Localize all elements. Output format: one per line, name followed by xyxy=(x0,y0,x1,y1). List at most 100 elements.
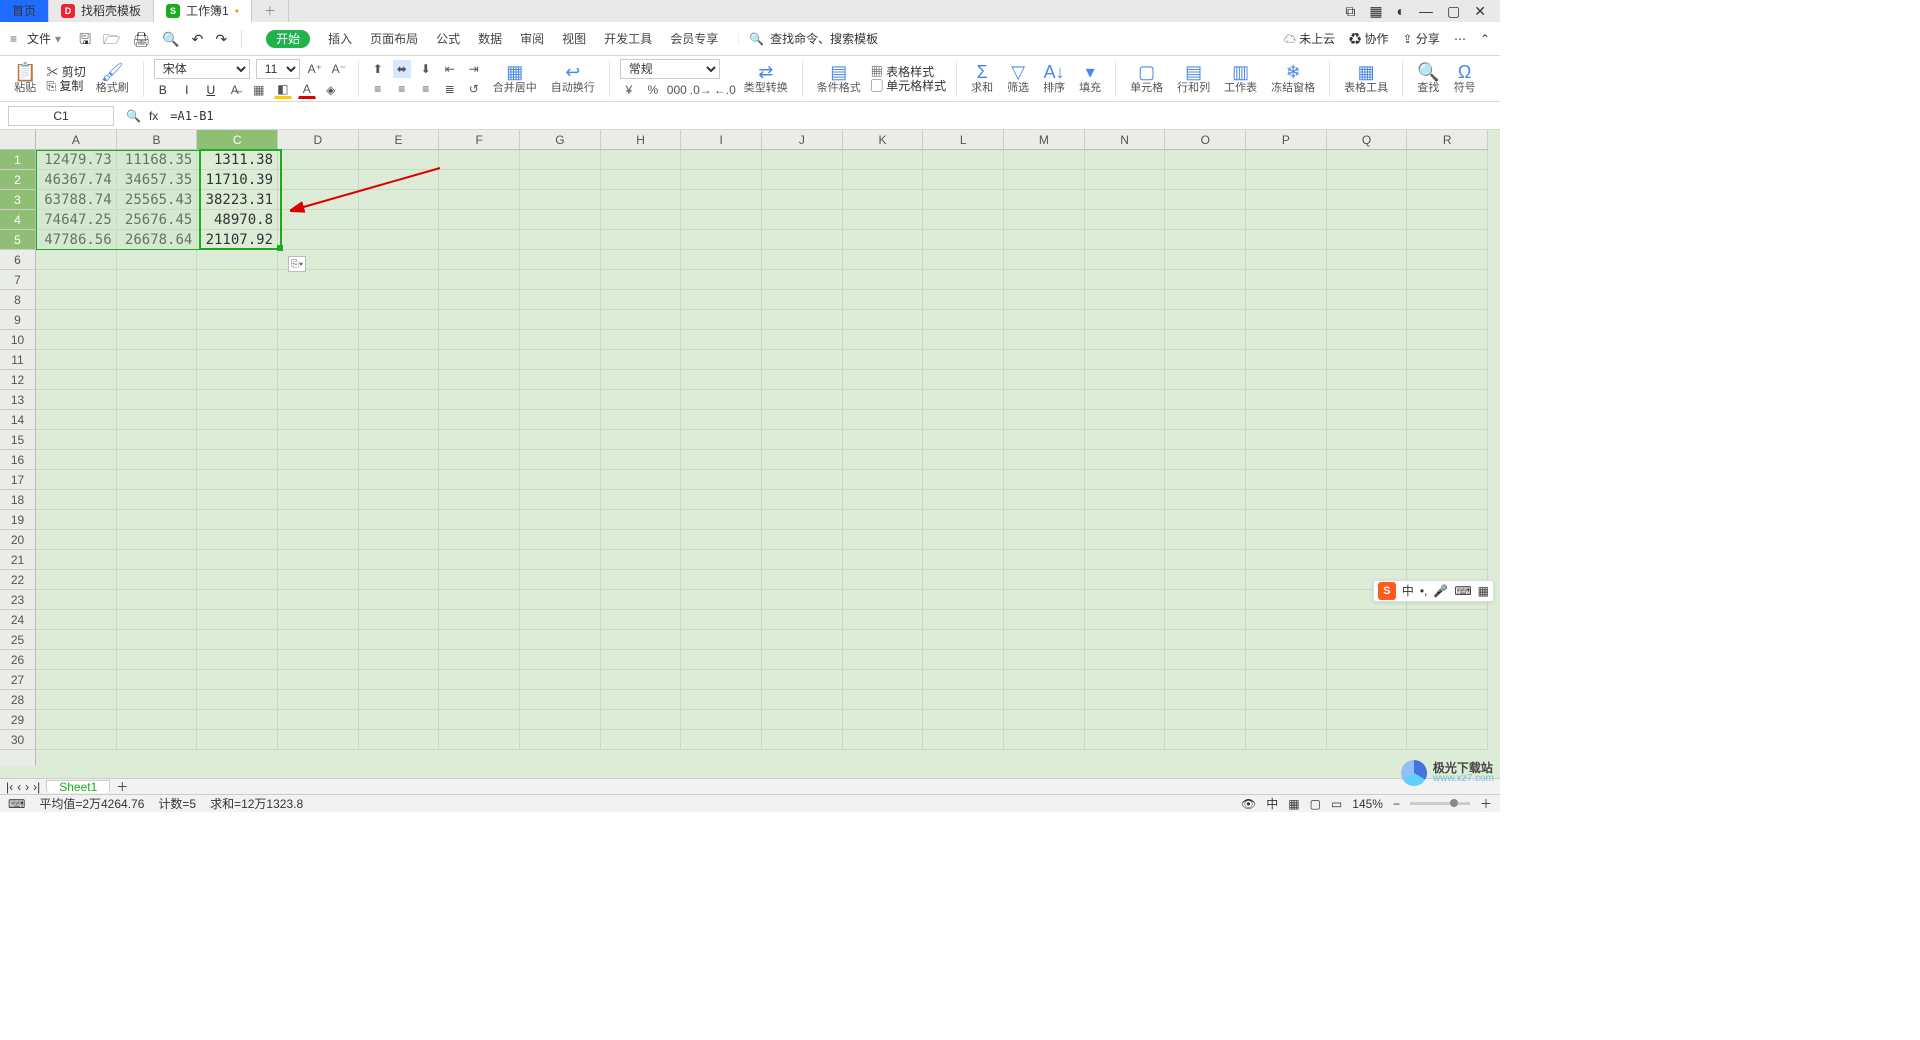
align-top[interactable]: ⬆ xyxy=(369,60,387,78)
cell[interactable] xyxy=(359,590,440,610)
cell[interactable] xyxy=(439,170,520,190)
cell[interactable] xyxy=(439,410,520,430)
cell[interactable] xyxy=(278,490,359,510)
cell[interactable] xyxy=(843,630,924,650)
cell[interactable] xyxy=(359,250,440,270)
cell[interactable] xyxy=(1085,650,1166,670)
cell[interactable] xyxy=(762,730,843,750)
cell[interactable] xyxy=(278,530,359,550)
cell[interactable] xyxy=(1327,470,1408,490)
cell[interactable] xyxy=(520,570,601,590)
cell[interactable] xyxy=(278,590,359,610)
cell[interactable] xyxy=(36,350,117,370)
wrap-button[interactable]: ↩自动换行 xyxy=(547,63,599,94)
cell[interactable] xyxy=(1246,230,1327,250)
cell[interactable] xyxy=(681,210,762,230)
cell[interactable] xyxy=(762,150,843,170)
align-right[interactable]: ≡ xyxy=(417,80,435,98)
cell[interactable] xyxy=(601,550,682,570)
cell[interactable] xyxy=(197,490,278,510)
coop-button[interactable]: ♻ 协作 xyxy=(1349,33,1388,45)
save-as-icon[interactable]: 🗁 xyxy=(103,32,120,46)
cell[interactable] xyxy=(36,730,117,750)
row-headers[interactable]: 1234567891011121314151617181920212223242… xyxy=(0,150,36,766)
tab-dev[interactable]: 开发工具 xyxy=(604,33,652,45)
cell[interactable] xyxy=(843,350,924,370)
cell[interactable] xyxy=(843,690,924,710)
lookup-icon[interactable]: 🔍 xyxy=(126,110,141,122)
cell[interactable] xyxy=(1327,250,1408,270)
cell[interactable] xyxy=(601,150,682,170)
cell[interactable] xyxy=(1327,170,1408,190)
cell[interactable] xyxy=(1085,730,1166,750)
cell[interactable] xyxy=(1407,670,1488,690)
cell[interactable] xyxy=(762,370,843,390)
cell[interactable] xyxy=(1246,530,1327,550)
inc-decimal[interactable]: .0→ xyxy=(692,81,710,99)
row-header[interactable]: 26 xyxy=(0,650,35,670)
cell[interactable] xyxy=(1165,430,1246,450)
cell[interactable] xyxy=(601,450,682,470)
cell[interactable] xyxy=(762,510,843,530)
cell[interactable] xyxy=(1246,430,1327,450)
cell[interactable] xyxy=(1004,210,1085,230)
cell[interactable] xyxy=(1327,390,1408,410)
row-header[interactable]: 25 xyxy=(0,630,35,650)
cell[interactable] xyxy=(843,450,924,470)
cell[interactable] xyxy=(197,530,278,550)
cell[interactable] xyxy=(923,450,1004,470)
cell[interactable] xyxy=(923,270,1004,290)
cell-button[interactable]: ▢单元格 xyxy=(1126,63,1167,94)
hamburger-icon[interactable]: ≡ xyxy=(10,33,17,45)
cell[interactable] xyxy=(923,550,1004,570)
row-header[interactable]: 28 xyxy=(0,690,35,710)
cell[interactable] xyxy=(601,530,682,550)
cell[interactable] xyxy=(1165,350,1246,370)
cell[interactable] xyxy=(681,230,762,250)
cell[interactable] xyxy=(1004,570,1085,590)
cell[interactable] xyxy=(601,270,682,290)
cloud-button[interactable]: ☁ 未上云 xyxy=(1284,33,1335,45)
highlight-button[interactable]: ◈ xyxy=(322,81,340,99)
cell[interactable] xyxy=(601,430,682,450)
cell[interactable] xyxy=(359,290,440,310)
cell[interactable] xyxy=(359,230,440,250)
cell[interactable] xyxy=(843,550,924,570)
cell[interactable] xyxy=(197,670,278,690)
cell[interactable] xyxy=(520,650,601,670)
eye-icon[interactable]: 👁 xyxy=(1241,798,1256,810)
chinese-icon[interactable]: 中 xyxy=(1266,798,1278,810)
cell[interactable] xyxy=(278,470,359,490)
cell[interactable] xyxy=(520,370,601,390)
cell[interactable] xyxy=(359,490,440,510)
cell[interactable] xyxy=(681,490,762,510)
cell[interactable] xyxy=(117,670,198,690)
cell[interactable] xyxy=(1085,510,1166,530)
currency-icon[interactable]: ¥ xyxy=(620,81,638,99)
cell[interactable]: 25565.43 xyxy=(117,190,198,210)
sort-button[interactable]: A↓排序 xyxy=(1039,63,1069,94)
cell[interactable] xyxy=(278,390,359,410)
indent-inc[interactable]: ⇥ xyxy=(465,60,483,78)
cell[interactable] xyxy=(681,650,762,670)
cell[interactable]: 74647.25 xyxy=(36,210,117,230)
formula-input[interactable] xyxy=(170,109,770,123)
col-header[interactable]: F xyxy=(439,130,520,149)
col-header[interactable]: O xyxy=(1165,130,1246,149)
cell[interactable] xyxy=(359,370,440,390)
cell[interactable] xyxy=(762,690,843,710)
cell[interactable] xyxy=(197,250,278,270)
cell[interactable] xyxy=(1165,490,1246,510)
cell[interactable] xyxy=(1407,490,1488,510)
col-header[interactable]: B xyxy=(117,130,198,149)
cell[interactable] xyxy=(843,650,924,670)
cell[interactable] xyxy=(762,570,843,590)
cell[interactable] xyxy=(117,350,198,370)
cell-grid[interactable]: 12479.7311168.351311.3846367.7434657.351… xyxy=(36,150,1488,766)
cell[interactable] xyxy=(1165,310,1246,330)
cell[interactable] xyxy=(439,650,520,670)
cell[interactable] xyxy=(843,170,924,190)
cell[interactable] xyxy=(36,490,117,510)
cell[interactable] xyxy=(762,450,843,470)
cell[interactable] xyxy=(1327,550,1408,570)
